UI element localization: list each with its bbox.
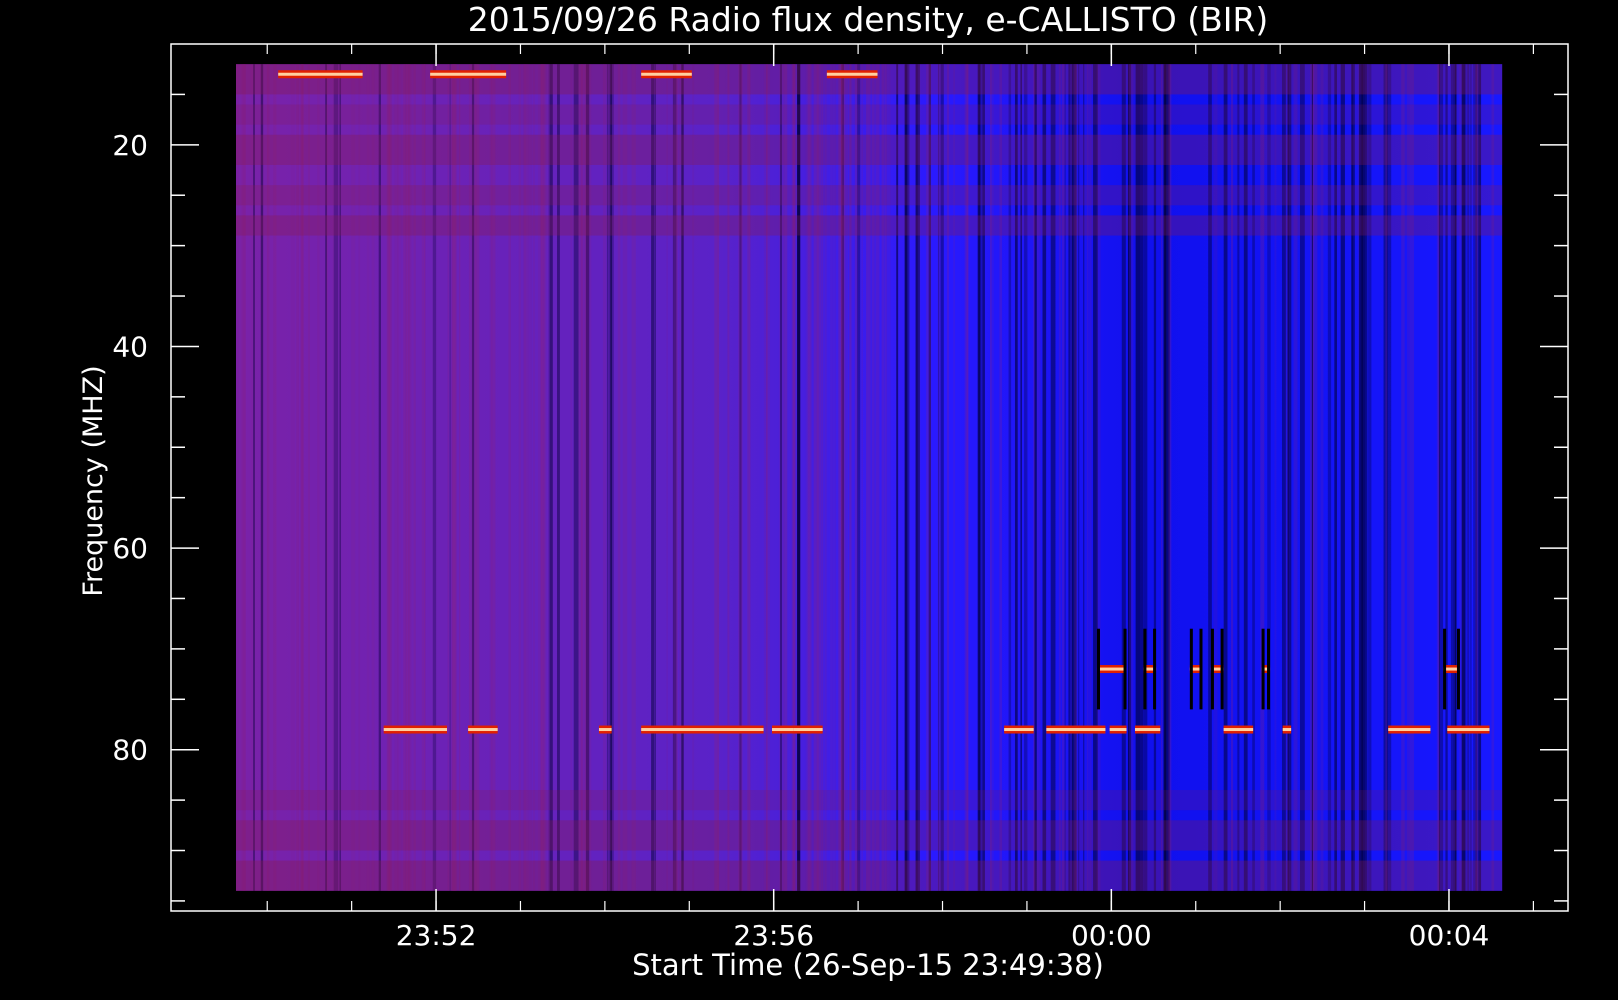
feature-fringe [1189, 628, 1193, 710]
feature-fringe [1143, 628, 1147, 710]
texture-band [235, 790, 1503, 811]
feature-core [430, 72, 507, 76]
y-tick-label: 20 [112, 129, 148, 162]
x-tick-label: 00:04 [1409, 919, 1490, 952]
y-tick-label: 60 [112, 532, 148, 565]
feature-core [641, 728, 764, 732]
texture-band [235, 104, 1503, 125]
feature-fringe [1267, 628, 1271, 710]
feature-fringe [1096, 628, 1100, 710]
feature-fringe [1261, 628, 1265, 710]
feature-core [641, 72, 692, 76]
feature-fringe [1199, 628, 1203, 710]
texture-band [235, 860, 1503, 891]
feature-core [1109, 728, 1127, 732]
feature-fringe [1123, 628, 1127, 710]
chart-title: 2015/09/26 Radio flux density, e-CALLIST… [468, 0, 1269, 39]
feature-core [278, 72, 363, 76]
feature-core [1447, 728, 1490, 732]
feature-core [598, 728, 612, 732]
y-tick-label: 40 [112, 330, 148, 363]
y-axis-label: Frequency (MHZ) [78, 365, 109, 596]
texture-band [235, 820, 1503, 851]
feature-fringe [1210, 628, 1214, 710]
feature-fringe [1443, 628, 1447, 710]
feature-core [1046, 728, 1106, 732]
feature-core [1004, 728, 1034, 732]
texture-band [235, 64, 1503, 95]
texture-band [235, 215, 1503, 236]
feature-core [1388, 728, 1431, 732]
plot-area [235, 64, 1503, 891]
feature-core [1282, 728, 1292, 732]
x-axis-label: Start Time (26-Sep-15 23:49:38) [632, 948, 1104, 982]
x-tick-label: 23:52 [396, 919, 477, 952]
feature-core [383, 728, 448, 732]
feature-core [468, 728, 498, 732]
feature-core [1134, 728, 1161, 732]
texture-band [235, 134, 1503, 165]
feature-core [1096, 667, 1127, 671]
spectrogram-chart: 2015/09/26 Radio flux density, e-CALLIST… [0, 0, 1618, 1000]
feature-fringe [1153, 628, 1157, 710]
feature-core [826, 72, 878, 76]
feature-fringe [1456, 628, 1460, 710]
y-tick-label: 80 [112, 734, 148, 767]
feature-core [793, 728, 823, 732]
feature-fringe [1220, 628, 1224, 710]
feature-core [1223, 728, 1254, 732]
texture-band [235, 185, 1503, 206]
